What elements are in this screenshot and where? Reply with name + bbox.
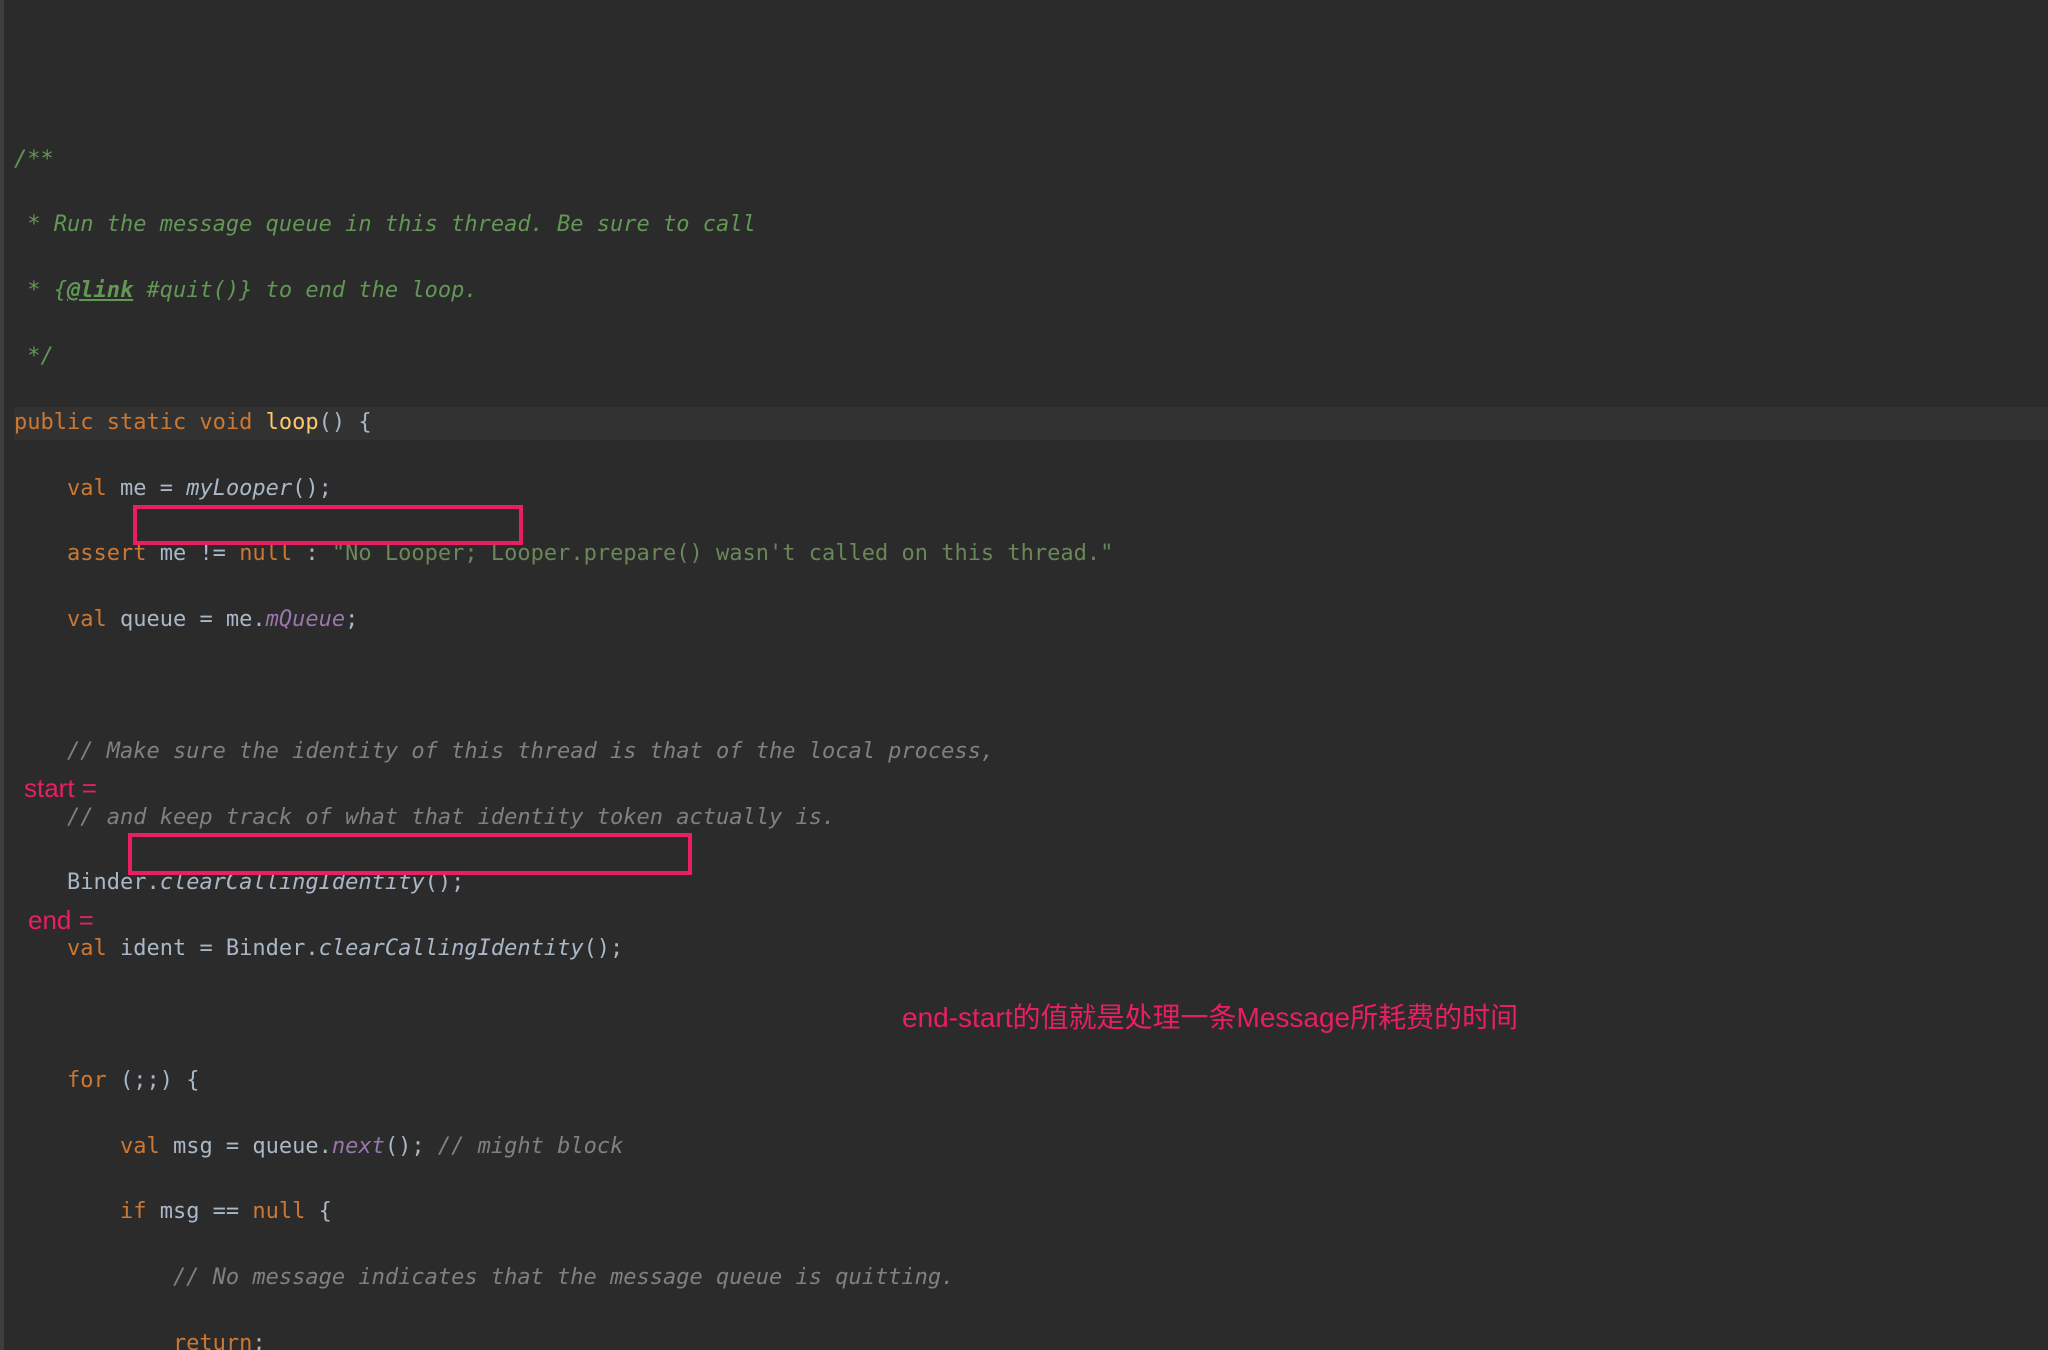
keyword: return xyxy=(14,1331,252,1350)
code-line: queue = me. xyxy=(120,607,266,632)
code-line: msg = queue. xyxy=(173,1134,332,1159)
keyword: val xyxy=(14,1134,173,1159)
code-line: ident = Binder. xyxy=(120,936,319,961)
keyword: val xyxy=(14,936,120,961)
code-line: me = xyxy=(120,476,186,501)
javadoc-link: @link xyxy=(67,278,133,303)
method-call: clearCallingIdentity xyxy=(319,936,584,961)
code-line: (); xyxy=(385,1134,425,1159)
method-call: clearCallingIdentity xyxy=(160,870,425,895)
code-line: (); xyxy=(584,936,624,961)
keyword: assert xyxy=(14,541,160,566)
code-line: */ xyxy=(14,344,54,369)
comment: // and keep track of what that identity … xyxy=(14,805,835,830)
code-line: Binder. xyxy=(14,870,160,895)
code-line: { xyxy=(319,1199,332,1224)
method-name: loop xyxy=(266,410,319,435)
comment: // No message indicates that the message… xyxy=(14,1265,954,1290)
code-line: me != xyxy=(160,541,239,566)
method-call: myLooper xyxy=(186,476,292,501)
keyword: val xyxy=(14,476,120,501)
keyword: if xyxy=(14,1199,160,1224)
method-call: next xyxy=(332,1134,385,1159)
comment: // Make sure the identity of this thread… xyxy=(14,739,994,764)
keyword: for xyxy=(14,1068,120,1093)
code-line: () { xyxy=(319,410,372,435)
keyword: public static void xyxy=(14,410,266,435)
field-ref: mQueue xyxy=(266,607,345,632)
code-line: #quit()} to end the loop. xyxy=(133,278,477,303)
code-line: ; xyxy=(345,607,358,632)
comment: // might block xyxy=(425,1134,624,1159)
code-line: * Run the message queue in this thread. … xyxy=(14,212,756,237)
code-line: ; xyxy=(252,1331,265,1350)
code-line: * { xyxy=(14,278,67,303)
string-literal: "No Looper; Looper.prepare() wasn't call… xyxy=(332,541,1113,566)
code-block: /** * Run the message queue in this thre… xyxy=(0,111,2048,1350)
code-line: : xyxy=(305,541,332,566)
keyword: val xyxy=(14,607,120,632)
code-line: /** xyxy=(14,147,54,172)
code-line: (); xyxy=(425,870,465,895)
keyword: null xyxy=(239,541,305,566)
editor-gutter xyxy=(0,0,4,1350)
code-line: (;;) { xyxy=(120,1068,199,1093)
code-line: (); xyxy=(292,476,332,501)
keyword: null xyxy=(252,1199,318,1224)
code-editor: /** * Run the message queue in this thre… xyxy=(0,0,2048,1350)
code-line: msg == xyxy=(160,1199,253,1224)
